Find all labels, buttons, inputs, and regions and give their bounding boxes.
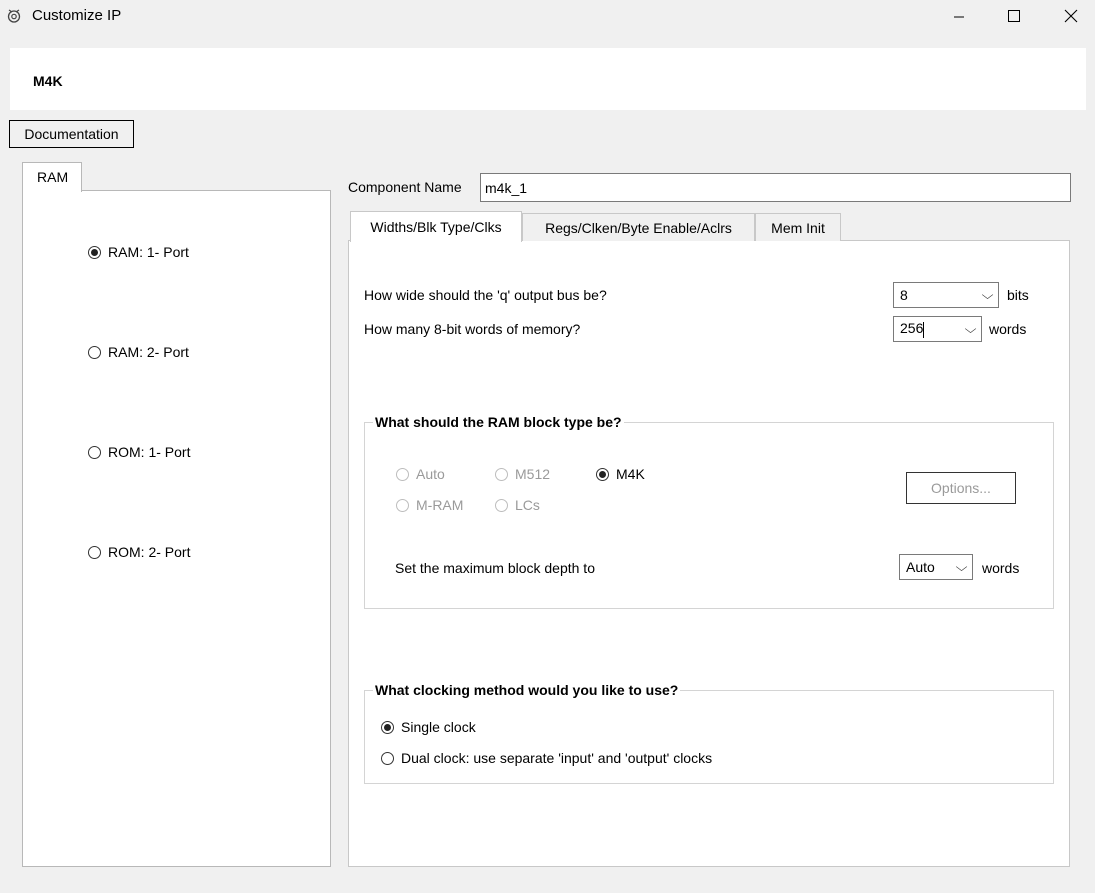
app-icon <box>7 9 21 23</box>
close-button[interactable] <box>1048 0 1094 32</box>
q-width-select[interactable]: 8 ⌵ <box>893 282 999 308</box>
radio-rom-1-port[interactable]: ROM: 1- Port <box>88 444 190 460</box>
tab-ram[interactable]: RAM <box>22 162 82 192</box>
window-title: Customize IP <box>32 7 122 24</box>
options-button[interactable]: Options... <box>906 472 1016 504</box>
max-depth-unit: words <box>982 560 1020 576</box>
header-title: M4K <box>33 73 63 89</box>
clocking-group <box>364 690 1054 784</box>
word-count-value: 256 <box>900 320 925 338</box>
radio-ram-1-port[interactable]: RAM: 1- Port <box>88 244 189 260</box>
chevron-down-icon: ⌵ <box>955 559 968 574</box>
block-type-title: What should the RAM block type be? <box>373 414 624 430</box>
q-width-label: How wide should the 'q' output bus be? <box>364 287 607 303</box>
radio-icon <box>381 720 394 734</box>
radio-icon <box>88 345 101 359</box>
radio-block-lcs[interactable]: LCs <box>495 497 540 513</box>
tab-widths-blk-type-clks[interactable]: Widths/Blk Type/Clks <box>350 211 522 242</box>
component-name-label: Component Name <box>348 179 462 195</box>
documentation-button[interactable]: Documentation <box>9 120 134 148</box>
max-depth-label: Set the maximum block depth to <box>395 560 595 576</box>
radio-rom-2-port[interactable]: ROM: 2- Port <box>88 544 190 560</box>
radio-single-clock[interactable]: Single clock <box>381 719 476 735</box>
radio-block-m-ram[interactable]: M-RAM <box>396 497 463 513</box>
radio-icon <box>396 467 409 481</box>
radio-block-auto[interactable]: Auto <box>396 466 445 482</box>
radio-icon <box>495 467 508 481</box>
minimize-icon <box>954 16 964 18</box>
tab-ram-label: RAM <box>37 169 69 185</box>
radio-icon <box>88 245 101 259</box>
left-panel <box>22 190 331 867</box>
radio-icon <box>88 445 101 459</box>
close-icon <box>1064 9 1078 23</box>
component-name-input[interactable] <box>480 173 1071 202</box>
minimize-button[interactable] <box>936 0 982 32</box>
radio-icon <box>396 498 409 512</box>
maximize-button[interactable] <box>991 0 1037 32</box>
word-count-label: How many 8-bit words of memory? <box>364 321 581 337</box>
max-depth-select[interactable]: Auto ⌵ <box>899 554 973 580</box>
chevron-down-icon: ⌵ <box>964 321 977 336</box>
header-banner <box>10 48 1086 110</box>
tab-mem-init[interactable]: Mem Init <box>755 213 841 241</box>
radio-block-m4k[interactable]: M4K <box>596 466 645 482</box>
q-width-unit: bits <box>1007 287 1029 303</box>
radio-block-m512[interactable]: M512 <box>495 466 550 482</box>
radio-ram-2-port[interactable]: RAM: 2- Port <box>88 344 189 360</box>
word-count-unit: words <box>989 321 1027 337</box>
word-count-select[interactable]: 256 ⌵ <box>893 316 982 342</box>
radio-icon <box>596 467 609 481</box>
radio-icon <box>88 545 101 559</box>
q-width-value: 8 <box>900 287 908 303</box>
title-bar <box>0 0 1095 34</box>
max-depth-value: Auto <box>906 559 935 575</box>
radio-icon <box>495 498 508 512</box>
chevron-down-icon: ⌵ <box>981 287 994 302</box>
clocking-title: What clocking method would you like to u… <box>373 682 681 698</box>
maximize-icon <box>1008 10 1020 22</box>
radio-icon <box>381 751 394 765</box>
tab-regs-clken-byte-enable-aclrs[interactable]: Regs/Clken/Byte Enable/Aclrs <box>522 213 755 241</box>
block-type-group <box>364 422 1054 609</box>
radio-dual-clock[interactable]: Dual clock: use separate 'input' and 'ou… <box>381 750 712 766</box>
